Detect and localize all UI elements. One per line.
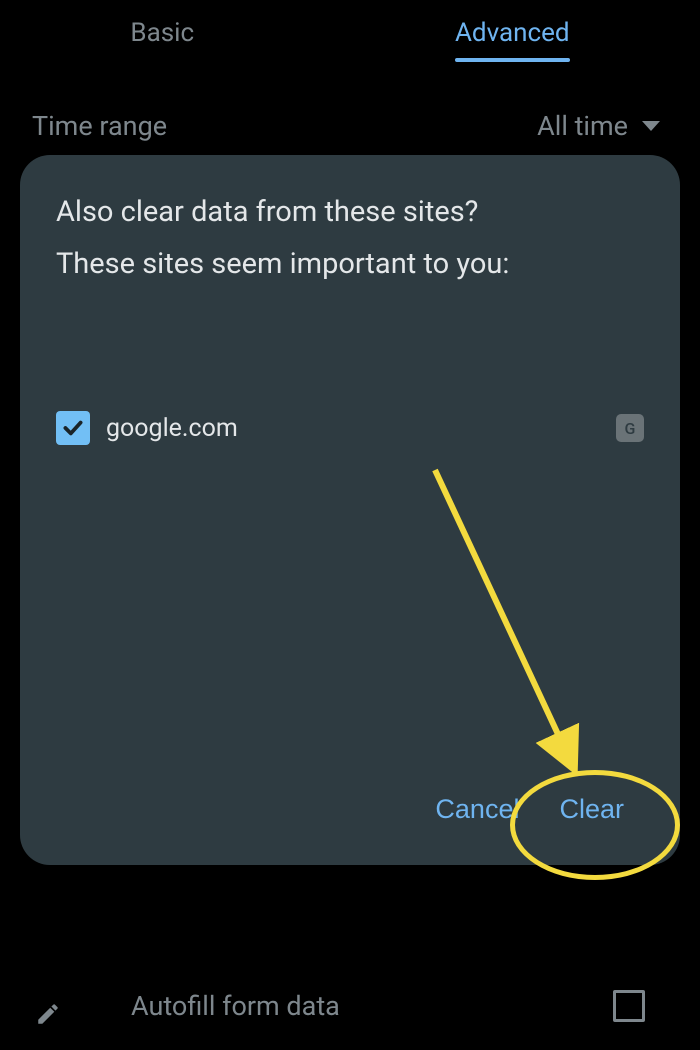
tab-advanced[interactable]: Advanced [455,18,570,62]
site-favicon-badge: G [616,414,644,442]
pencil-icon [35,1001,61,1027]
autofill-checkbox[interactable] [613,990,645,1022]
time-range-label: Time range [32,110,167,142]
dialog-title-line1: Also clear data from these sites? [56,195,644,229]
dialog-actions: Cancel Clear [56,794,644,835]
site-checkbox[interactable] [56,411,90,445]
autofill-label: Autofill form data [131,990,613,1022]
clear-button[interactable]: Clear [559,794,624,825]
dialog-title-line2: These sites seem important to you: [56,247,644,281]
time-range-row[interactable]: Time range All time [0,110,700,142]
autofill-row[interactable]: Autofill form data [0,990,700,1022]
site-row[interactable]: google.com G [56,411,644,445]
dropdown-triangle-icon [642,121,660,131]
time-range-value: All time [537,110,660,142]
tabs-bar: Basic Advanced [0,0,700,62]
time-range-selected: All time [537,110,628,142]
checkmark-icon [60,415,86,441]
tab-basic[interactable]: Basic [130,18,194,62]
site-name: google.com [106,414,600,443]
site-list: google.com G [56,411,644,794]
cancel-button[interactable]: Cancel [435,794,519,825]
confirmation-dialog: Also clear data from these sites? These … [20,155,680,865]
